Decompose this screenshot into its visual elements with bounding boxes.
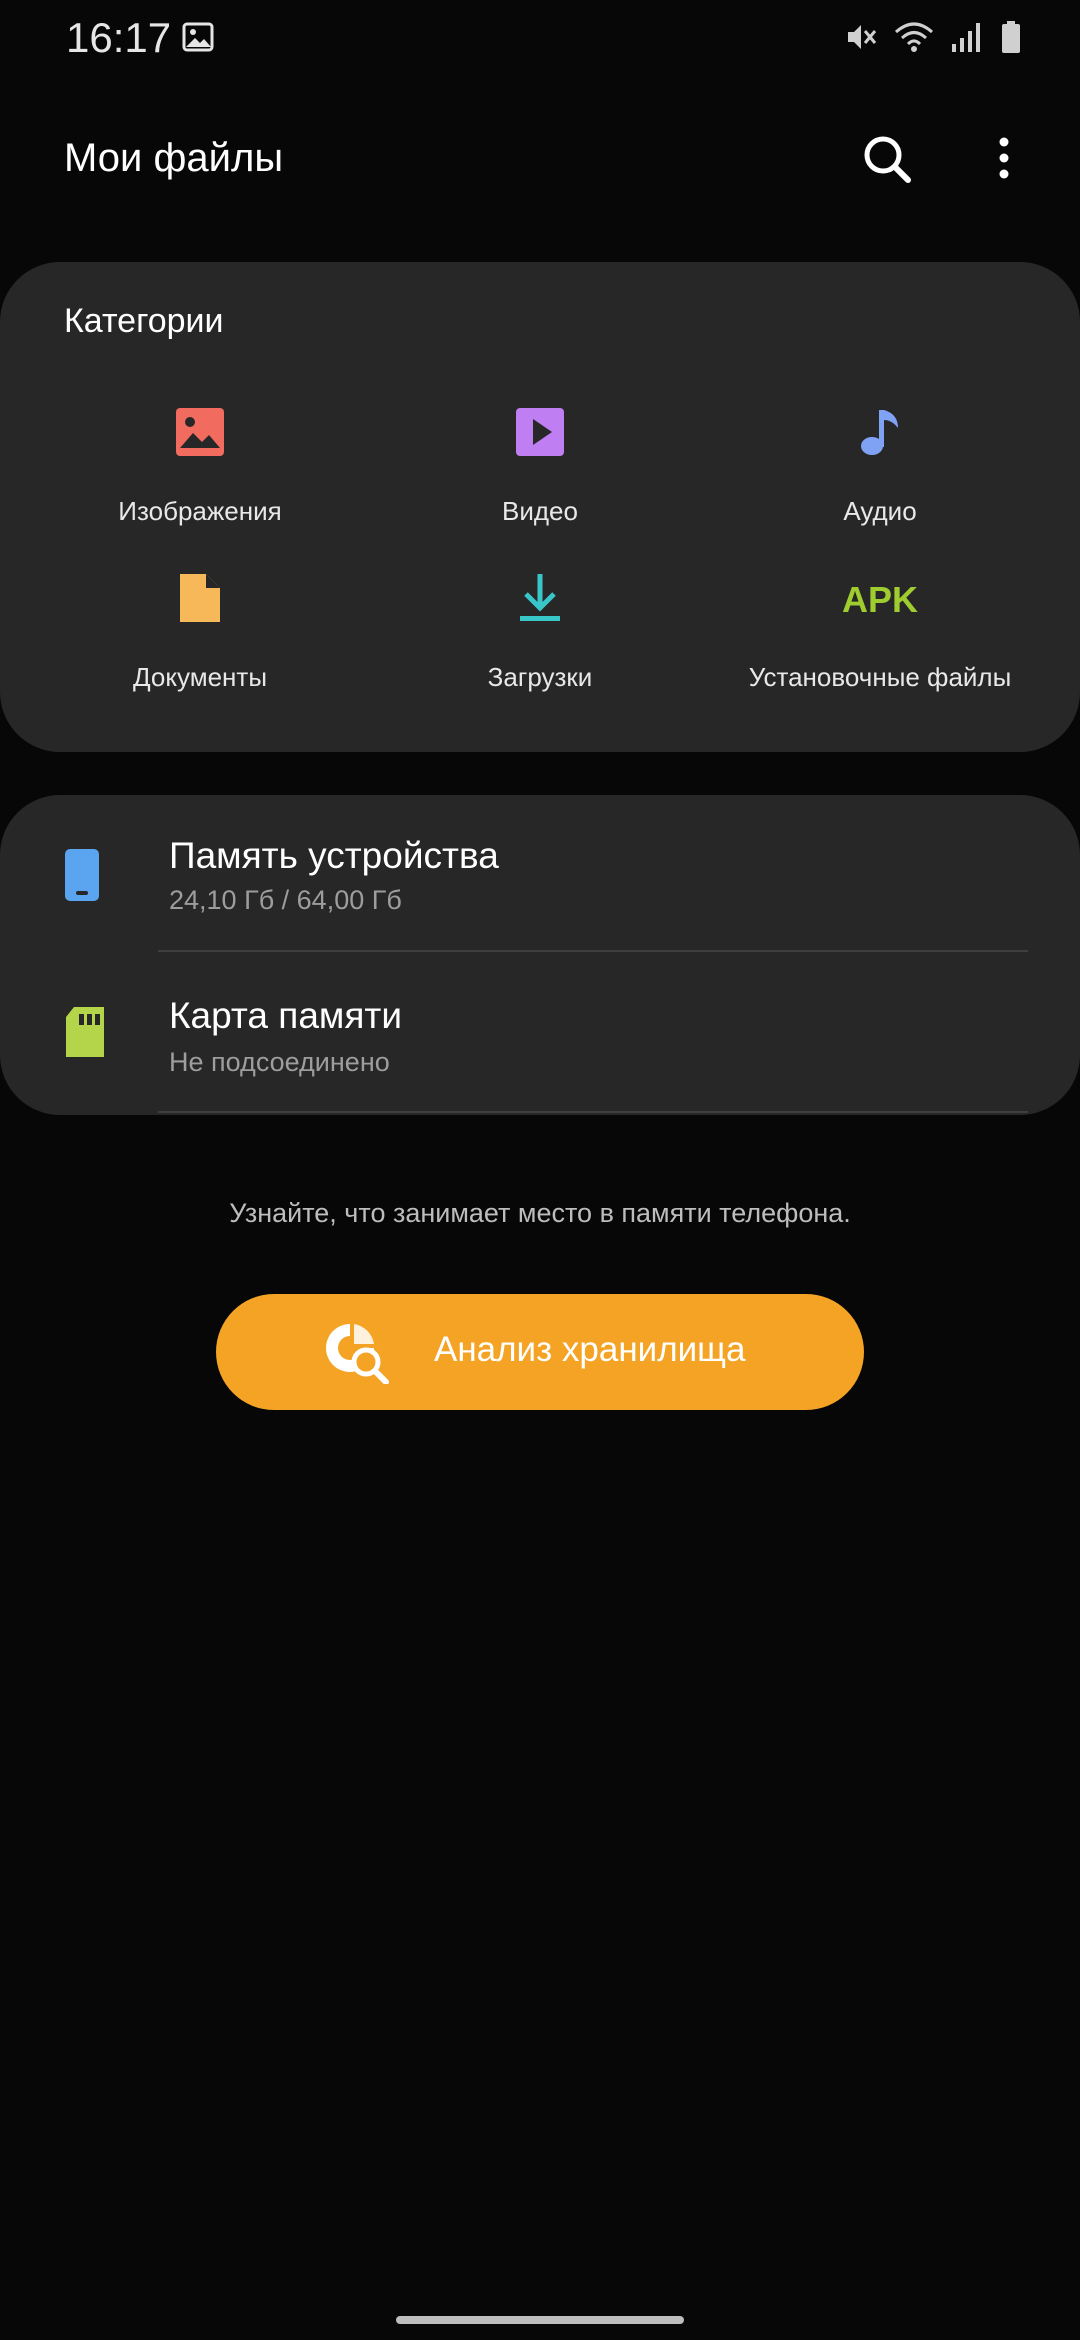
analyze-storage-label: Анализ хранилища: [434, 1330, 746, 1369]
category-label: Видео: [502, 496, 578, 526]
signal-icon: [952, 23, 980, 52]
gallery-notification-icon: [182, 22, 214, 52]
storage-device-name: Память устройства: [169, 835, 499, 876]
more-vert-icon: [999, 137, 1009, 179]
document-icon: [180, 574, 220, 622]
category-label: Документы: [132, 662, 268, 692]
svg-text:APK: APK: [842, 579, 918, 620]
page-title: Мои файлы: [64, 136, 284, 180]
storage-device-row[interactable]: Память устройства 24,10 Гб / 64,00 Гб: [0, 795, 1080, 955]
category-video[interactable]: Видео: [360, 406, 720, 556]
home-indicator[interactable]: [396, 2316, 684, 2324]
category-apk[interactable]: APK Установочные файлы: [700, 572, 1060, 722]
status-bar: 16:17: [0, 0, 1080, 80]
storage-device-usage: 24,10 Гб / 64,00 Гб: [169, 885, 402, 915]
storage-sdcard-name: Карта памяти: [169, 995, 402, 1036]
wifi-icon: [895, 22, 933, 52]
category-label: Изображения: [118, 496, 282, 526]
battery-icon: [1002, 21, 1020, 53]
divider: [158, 1111, 1028, 1113]
search-button[interactable]: [856, 128, 920, 192]
storage-sdcard-row[interactable]: Карта памяти Не подсоединено: [0, 955, 1080, 1115]
download-icon: [520, 574, 560, 621]
image-icon: [176, 408, 224, 456]
apk-icon: APK: [842, 579, 918, 620]
storage-sdcard-status: Не подсоединено: [169, 1047, 390, 1077]
more-options-button[interactable]: [984, 126, 1024, 190]
category-downloads[interactable]: Загрузки: [360, 572, 720, 722]
app-bar: Мои файлы: [0, 120, 1080, 200]
status-time: 16:17: [66, 14, 172, 61]
category-audio[interactable]: Аудио: [700, 406, 1060, 556]
category-images[interactable]: Изображения: [20, 406, 380, 556]
storage-card: Память устройства 24,10 Гб / 64,00 Гб Ка…: [0, 795, 1080, 1115]
phone-storage-icon: [65, 849, 99, 901]
sd-card-icon: [66, 1007, 104, 1057]
categories-title: Категории: [64, 302, 224, 340]
storage-hint-text: Узнайте, что занимает место в памяти тел…: [229, 1198, 851, 1228]
categories-card: Категории Изображения Видео Аудио Докуме…: [0, 262, 1080, 752]
category-label: Загрузки: [487, 662, 593, 692]
divider: [158, 950, 1028, 952]
category-documents[interactable]: Документы: [20, 572, 380, 722]
audio-icon: [861, 410, 898, 455]
mute-icon: [848, 25, 877, 49]
search-icon: [864, 136, 911, 183]
storage-analysis-icon: [326, 1324, 389, 1384]
category-label: Установочные файлы: [748, 662, 1012, 692]
video-icon: [516, 408, 564, 456]
category-label: Аудио: [843, 496, 917, 526]
analyze-storage-button[interactable]: Анализ хранилища: [216, 1294, 864, 1410]
